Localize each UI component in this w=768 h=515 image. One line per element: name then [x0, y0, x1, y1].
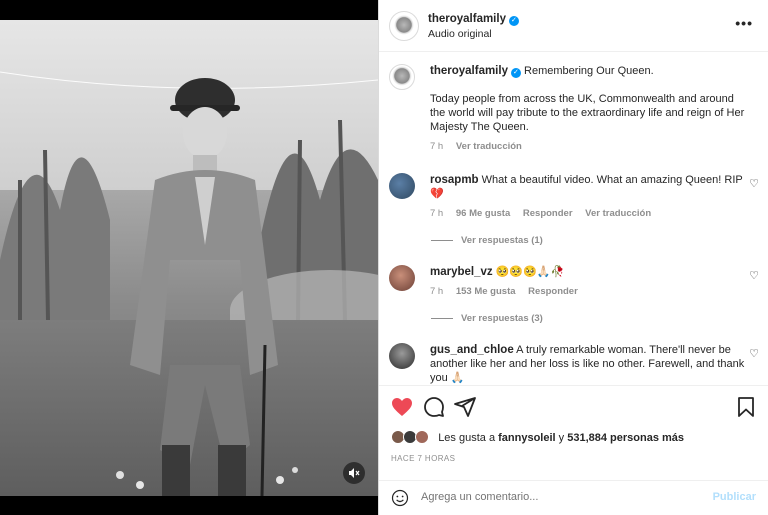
author-avatar[interactable] [389, 11, 419, 41]
woman-figure [116, 78, 298, 496]
royal-crest-icon [393, 15, 415, 37]
caption-headline: Remembering Our Queen. [524, 65, 654, 77]
audio-label[interactable]: Audio original [428, 28, 492, 40]
liker-avatar [415, 430, 430, 444]
comment-composer: Publicar [379, 480, 768, 515]
caption-avatar[interactable] [389, 64, 415, 90]
likes-summary[interactable]: Les gusta a fannysoleil y 531,884 person… [391, 430, 684, 444]
view-replies-link[interactable]: Ver respuestas (3) [431, 313, 543, 324]
comment-icon[interactable] [422, 395, 446, 419]
likes-joiner: y [558, 432, 565, 444]
comments-list[interactable]: theroyalfamily ✓ Remembering Our Queen. T… [379, 53, 768, 385]
reply-link[interactable]: Responder [523, 208, 573, 219]
caption-username[interactable]: theroyalfamily [430, 65, 508, 77]
caption-time: 7 h [430, 141, 444, 152]
post-actions: Les gusta a fannysoleil y 531,884 person… [379, 385, 768, 485]
post-photo [0, 20, 378, 496]
comment-time: 7 h [430, 208, 444, 219]
comment-username[interactable]: gus_and_chloe [430, 344, 514, 356]
comment-text: 🥺🥺🥺🙏🏻🥀 [495, 266, 565, 278]
comment-input[interactable] [421, 491, 701, 503]
commenter-avatar[interactable] [389, 173, 415, 199]
post-media[interactable] [0, 0, 378, 515]
likes-user[interactable]: fannysoleil [498, 432, 555, 444]
translate-link[interactable]: Ver traducción [585, 208, 651, 219]
royal-crest-icon [391, 66, 413, 88]
share-icon[interactable] [453, 395, 477, 419]
comment-username[interactable]: marybel_vz [430, 266, 493, 278]
comment-time: 7 h [430, 286, 444, 297]
post-comment-button[interactable]: Publicar [713, 491, 756, 503]
reply-link[interactable]: Responder [528, 286, 578, 297]
verified-icon: ✓ [510, 68, 521, 78]
view-replies-link[interactable]: Ver respuestas (1) [431, 235, 543, 246]
comment-like-heart-icon[interactable]: ♡ [749, 177, 759, 190]
comment-like-heart-icon[interactable]: ♡ [749, 269, 759, 282]
verified-icon: ✓ [508, 16, 519, 26]
emoji-icon[interactable] [391, 489, 409, 507]
comment-likes[interactable]: 153 Me gusta [456, 286, 516, 297]
commenter-avatar[interactable] [389, 265, 415, 291]
comment-username[interactable]: rosapmb [430, 174, 479, 186]
save-bookmark-icon[interactable] [734, 395, 758, 419]
mute-icon[interactable] [343, 462, 365, 484]
view-replies-label: Ver respuestas (1) [461, 235, 543, 246]
commenter-avatar[interactable] [389, 343, 415, 369]
caption-text: Today people from across the UK, Commonw… [430, 93, 745, 133]
likes-count[interactable]: 531,884 personas más [567, 432, 684, 444]
post-side-panel: theroyalfamily ✓ Audio original ••• thero… [379, 0, 768, 515]
post-time-ago: HACE 7 HORAS [391, 454, 456, 463]
more-options-icon[interactable]: ••• [735, 15, 753, 31]
comment-likes[interactable]: 96 Me gusta [456, 208, 510, 219]
caption-translate-link[interactable]: Ver traducción [456, 141, 522, 152]
like-heart-icon[interactable] [390, 395, 414, 419]
likes-prefix: Les gusta a [438, 432, 496, 444]
author-username[interactable]: theroyalfamily [428, 13, 506, 25]
comment-like-heart-icon[interactable]: ♡ [749, 347, 759, 360]
view-replies-label: Ver respuestas (3) [461, 313, 543, 324]
post-header: theroyalfamily ✓ Audio original ••• [379, 0, 768, 52]
